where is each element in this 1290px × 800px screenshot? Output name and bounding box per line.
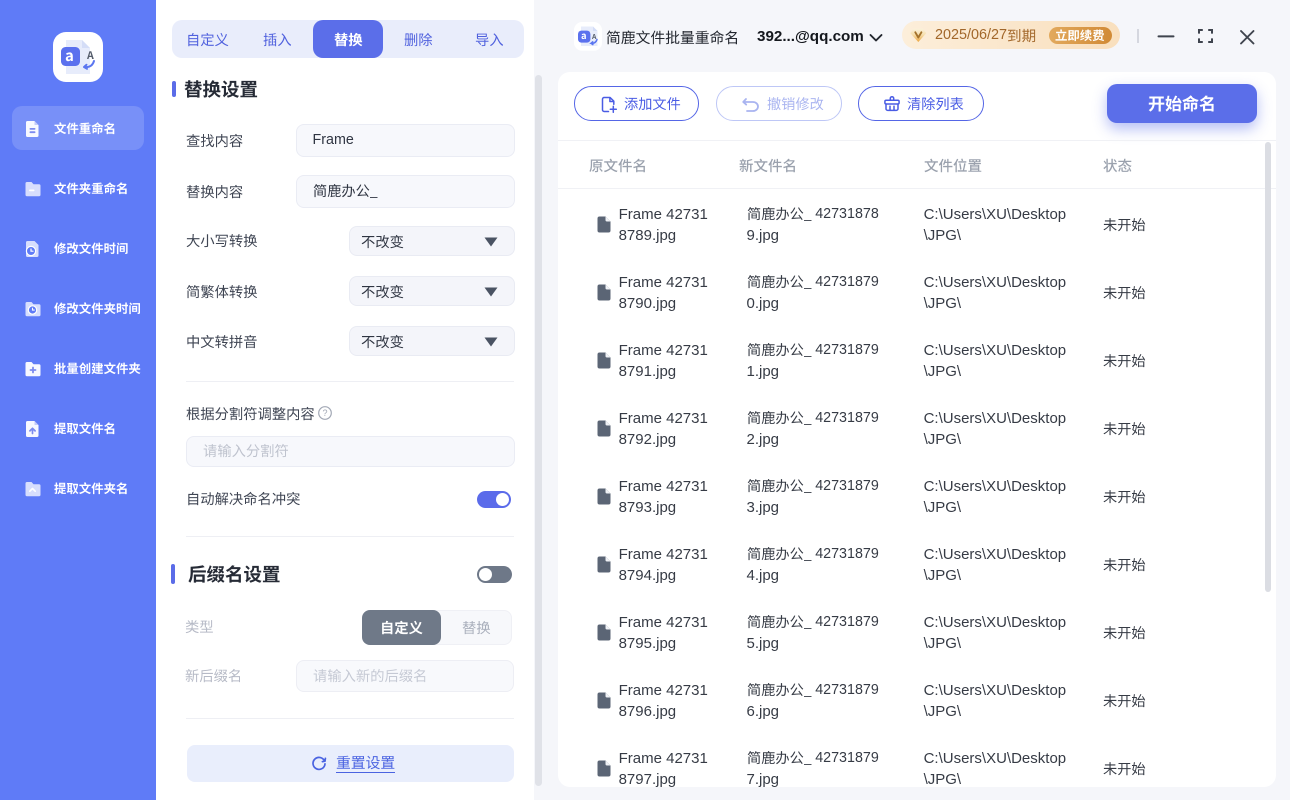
svg-text:?: ? bbox=[322, 408, 327, 418]
